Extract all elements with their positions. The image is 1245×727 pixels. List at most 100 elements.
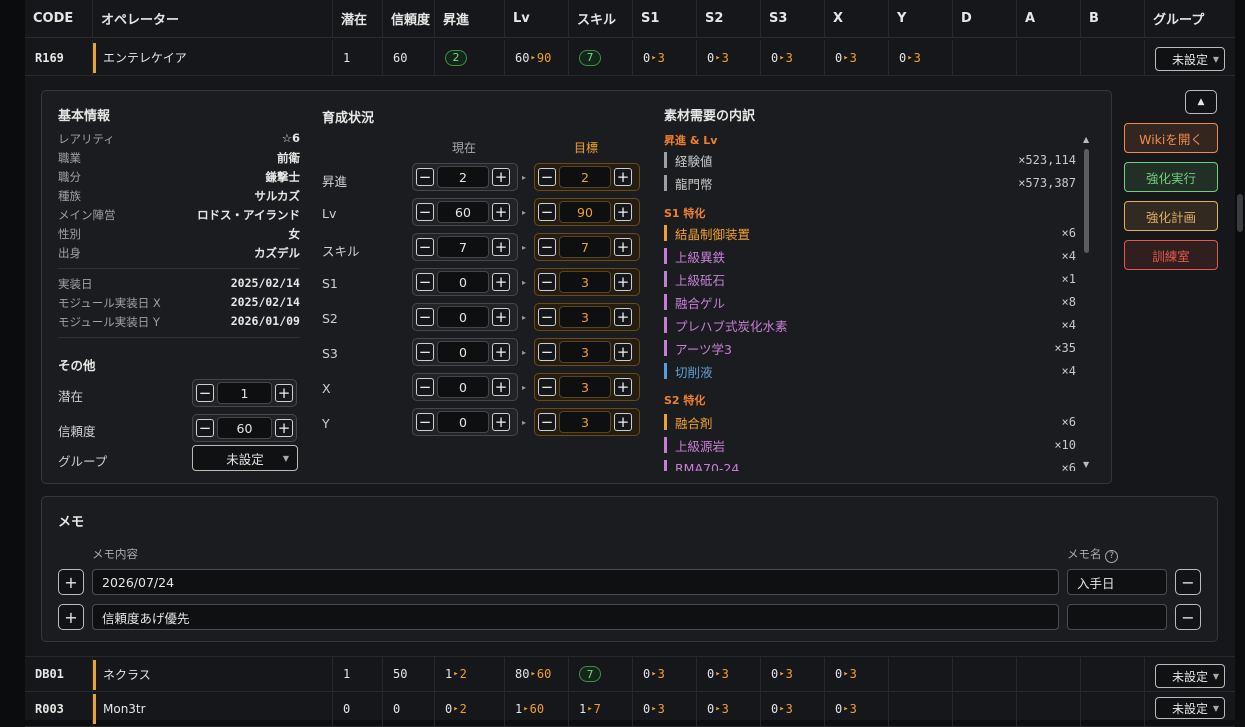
current-value[interactable]: 0 [437,306,489,328]
materials-list[interactable]: 昇進 & Lv 経験値 ×523,114 龍門幣 ×573,387 S1 特化 結晶… [664,129,1082,471]
minus-button[interactable]: − [538,238,556,256]
goal-value[interactable]: 3 [559,271,611,293]
materials-scrollbar[interactable]: ▲ ▼ [1082,135,1092,469]
plus-button[interactable]: + [614,413,632,431]
goal-value[interactable]: 3 [559,306,611,328]
group-select[interactable]: 未設定 ▼ [1155,47,1225,71]
remove-memo-button[interactable]: − [1175,604,1201,630]
plus-button[interactable]: + [492,378,510,396]
plus-button[interactable]: + [614,308,632,326]
scrollbar-thumb[interactable] [1084,149,1089,253]
minus-button[interactable]: − [538,343,556,361]
minus-button[interactable]: − [538,308,556,326]
minus-button[interactable]: − [416,413,434,431]
add-memo-button[interactable]: + [58,604,84,630]
minus-button[interactable]: − [538,273,556,291]
action-button[interactable]: 強化計画 [1124,201,1218,231]
action-button[interactable]: 強化実行 [1124,162,1218,192]
minus-button[interactable]: − [538,203,556,221]
col-elite[interactable]: 昇進 [435,0,505,37]
col-trust[interactable]: 信頼度 [383,0,435,37]
minus-button[interactable]: − [538,168,556,186]
col-s3[interactable]: S3 [761,0,825,37]
table-row[interactable]: R003 Mon3tr 0 0 0 ▸ 2 1 ▸ 60 1 ▸ 7 0 ▸ 3 0 ▸ 3 0 ▸ 3… [25,691,1235,727]
plus-button[interactable]: + [492,413,510,431]
minus-button[interactable]: − [416,273,434,291]
memo-name-input[interactable]: 入手日 [1067,569,1167,595]
col-potential[interactable]: 潜在 [333,0,383,37]
current-value[interactable]: 0 [437,271,489,293]
plus-button[interactable]: + [614,168,632,186]
divider [58,268,300,269]
col-b[interactable]: B [1081,0,1145,37]
table-row[interactable]: DB01 ネクラス 1 50 1 ▸ 2 80 ▸ 60 7 0 ▸ 3 0 ▸ 3 0 ▸ 3 0… [25,656,1235,692]
remove-memo-button[interactable]: − [1175,569,1201,595]
group-select[interactable]: 未設定 ▼ [1155,664,1225,688]
plus-button[interactable]: + [614,273,632,291]
memo-content-input[interactable]: 2026/07/24 [92,569,1059,595]
plus-button[interactable]: + [614,203,632,221]
col-skill[interactable]: スキル [569,0,633,37]
plus-button[interactable]: + [614,238,632,256]
current-value[interactable]: 0 [437,376,489,398]
help-icon[interactable]: ? [1105,549,1119,563]
col-s1[interactable]: S1 [633,0,697,37]
group-dropdown[interactable]: 未設定 ▼ [192,445,298,471]
minus-button[interactable]: − [196,419,214,437]
memo-content-input[interactable]: 信頼度あげ優先 [92,604,1059,630]
goal-value[interactable]: 3 [559,411,611,433]
goal-value[interactable]: 3 [559,376,611,398]
plus-button[interactable]: + [492,273,510,291]
plus-button[interactable]: + [492,203,510,221]
current-value[interactable]: 60 [437,201,489,223]
plus-button[interactable]: + [492,343,510,361]
minus-button[interactable]: − [538,413,556,431]
col-level[interactable]: Lv [505,0,569,37]
minus-button[interactable]: − [416,308,434,326]
scroll-up-icon[interactable]: ▲ [1083,135,1089,144]
col-code[interactable]: CODE [25,0,93,37]
col-x[interactable]: X [825,0,889,37]
current-value[interactable]: 7 [437,236,489,258]
s1-target: 3 [657,50,665,65]
plus-button[interactable]: + [492,238,510,256]
plus-button[interactable]: + [492,168,510,186]
minus-button[interactable]: − [416,343,434,361]
col-d[interactable]: D [953,0,1017,37]
memo-name-input[interactable] [1067,604,1167,630]
add-memo-button[interactable]: + [58,569,84,595]
plus-button[interactable]: + [614,378,632,396]
col-y[interactable]: Y [889,0,953,37]
goal-value[interactable]: 90 [559,201,611,223]
action-button[interactable]: Wikiを開く [1124,123,1218,153]
goal-value[interactable]: 7 [559,236,611,258]
plus-button[interactable]: + [614,343,632,361]
col-group[interactable]: グループ [1145,0,1235,37]
current-value[interactable]: 0 [437,341,489,363]
col-operator[interactable]: オペレーター [93,0,333,37]
goal-value[interactable]: 2 [559,166,611,188]
page-scrollbar-thumb[interactable] [1237,194,1243,232]
current-value[interactable]: 0 [437,411,489,433]
current-value[interactable]: 2 [437,166,489,188]
col-a[interactable]: A [1017,0,1081,37]
page-scrollbar[interactable] [1235,0,1245,720]
minus-button[interactable]: − [416,378,434,396]
action-button[interactable]: 訓練室 [1124,240,1218,270]
plus-button[interactable]: + [492,308,510,326]
group-select[interactable]: 未設定 ▼ [1155,697,1225,719]
scroll-down-icon[interactable]: ▼ [1083,460,1089,469]
minus-button[interactable]: − [416,168,434,186]
potential-value[interactable]: 1 [217,382,272,404]
plus-button[interactable]: + [275,384,293,402]
plus-button[interactable]: + [275,419,293,437]
minus-button[interactable]: − [196,384,214,402]
table-row[interactable]: R169 エンテレケイア 1 60 2 60 ▸ 90 7 0 ▸ 3 0 ▸ 3 0 ▸ 3 … [25,40,1235,76]
collapse-up-icon[interactable]: ▲ [1185,90,1217,114]
trust-value[interactable]: 60 [217,417,272,439]
goal-value[interactable]: 3 [559,341,611,363]
minus-button[interactable]: − [538,378,556,396]
minus-button[interactable]: − [416,238,434,256]
col-s2[interactable]: S2 [697,0,761,37]
minus-button[interactable]: − [416,203,434,221]
